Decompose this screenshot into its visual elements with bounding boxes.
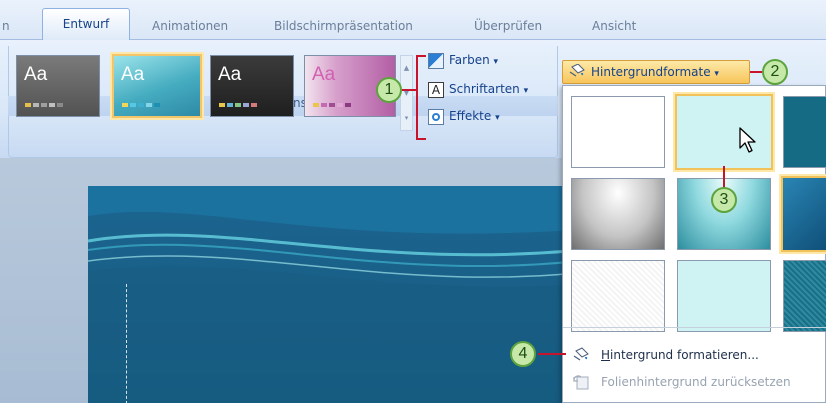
scroll-up-icon[interactable]: ▲: [401, 56, 412, 81]
tab-bildschirmpraesentation[interactable]: Bildschirmpräsentation: [264, 14, 423, 40]
format-background-icon: [573, 347, 589, 361]
design-thumb-text: Aa: [218, 64, 242, 85]
callout-4: 4: [510, 341, 536, 367]
fonts-icon: A: [428, 81, 444, 98]
background-style-swatch-2-hover[interactable]: [675, 94, 773, 170]
design-thumb-text: Aa: [312, 64, 336, 85]
reset-background-icon: [573, 375, 589, 390]
chevron-down-icon: ▾: [523, 86, 529, 96]
mouse-pointer-icon: [739, 127, 756, 153]
tab-entwurf[interactable]: Entwurf: [42, 8, 130, 41]
effects-button[interactable]: Effekte ▾: [428, 106, 500, 128]
callout-2: 2: [762, 59, 788, 85]
design-gallery-scrollbar[interactable]: ▲ ▼ ▾: [400, 55, 413, 131]
design-thumb-gray[interactable]: Aa: [16, 55, 100, 117]
slide-text-placeholder-border: [126, 284, 127, 403]
tab-animationen[interactable]: Animationen: [142, 14, 238, 40]
background-style-swatch-1[interactable]: [571, 96, 665, 168]
background-style-swatch-9[interactable]: [783, 260, 826, 332]
annotation-line-3: [723, 166, 725, 188]
effects-icon: [428, 108, 444, 125]
chevron-down-icon: ▾: [495, 113, 500, 123]
background-styles-dropdown: Hintergrund formatieren... Folienhinterg…: [562, 85, 826, 403]
annotation-line-1: [402, 89, 416, 91]
colors-icon: [428, 52, 444, 69]
colors-label: Farben: [449, 53, 490, 67]
design-thumb-text: Aa: [24, 64, 48, 85]
gallery-more-icon[interactable]: ▾: [401, 106, 412, 131]
scroll-down-icon[interactable]: ▼: [401, 81, 412, 106]
background-style-swatch-8[interactable]: [677, 260, 771, 332]
background-style-swatch-7[interactable]: [571, 260, 665, 332]
colors-button[interactable]: Farben ▾: [428, 50, 498, 72]
menu-separator: [563, 327, 826, 328]
fonts-label: Schriftarten: [449, 82, 520, 96]
design-thumb-teal-selected[interactable]: Aa: [112, 54, 202, 118]
annotation-line-4: [538, 353, 566, 355]
annotation-line-2: [750, 71, 762, 73]
background-style-swatch-4[interactable]: [571, 178, 665, 250]
reset-slide-background-menu-item[interactable]: Folienhintergrund zurücksetzen: [563, 369, 826, 395]
chevron-down-icon: ▾: [493, 57, 499, 67]
background-styles-button[interactable]: Hintergrundformate ▾: [562, 60, 750, 84]
design-thumb-text: Aa: [121, 64, 145, 85]
tab-start-partial[interactable]: n: [0, 14, 20, 40]
tab-ansicht[interactable]: Ansicht: [582, 14, 646, 40]
tab-ueberpruefen[interactable]: Überprüfen: [464, 14, 552, 40]
chevron-down-icon: ▾: [714, 69, 719, 79]
background-styles-label: Hintergrundformate: [591, 65, 711, 79]
fonts-button[interactable]: A Schriftarten ▾: [428, 79, 528, 101]
effects-label: Effekte: [449, 109, 492, 123]
annotation-bracket-1: [416, 55, 426, 140]
format-background-menu-item[interactable]: Hintergrund formatieren...: [563, 342, 826, 368]
background-style-swatch-6-current[interactable]: [781, 176, 826, 252]
callout-3: 3: [711, 187, 737, 213]
background-styles-icon: [569, 64, 585, 77]
reset-slide-background-label: Folienhintergrund zurücksetzen: [601, 375, 791, 389]
design-thumb-dark[interactable]: Aa: [210, 55, 294, 117]
background-style-swatch-3[interactable]: [783, 96, 826, 168]
format-background-label: Hintergrund formatieren...: [601, 348, 759, 362]
callout-1: 1: [376, 77, 402, 103]
ribbon-tab-bar: n Entwurf Animationen Bildschirmpräsenta…: [0, 0, 826, 41]
